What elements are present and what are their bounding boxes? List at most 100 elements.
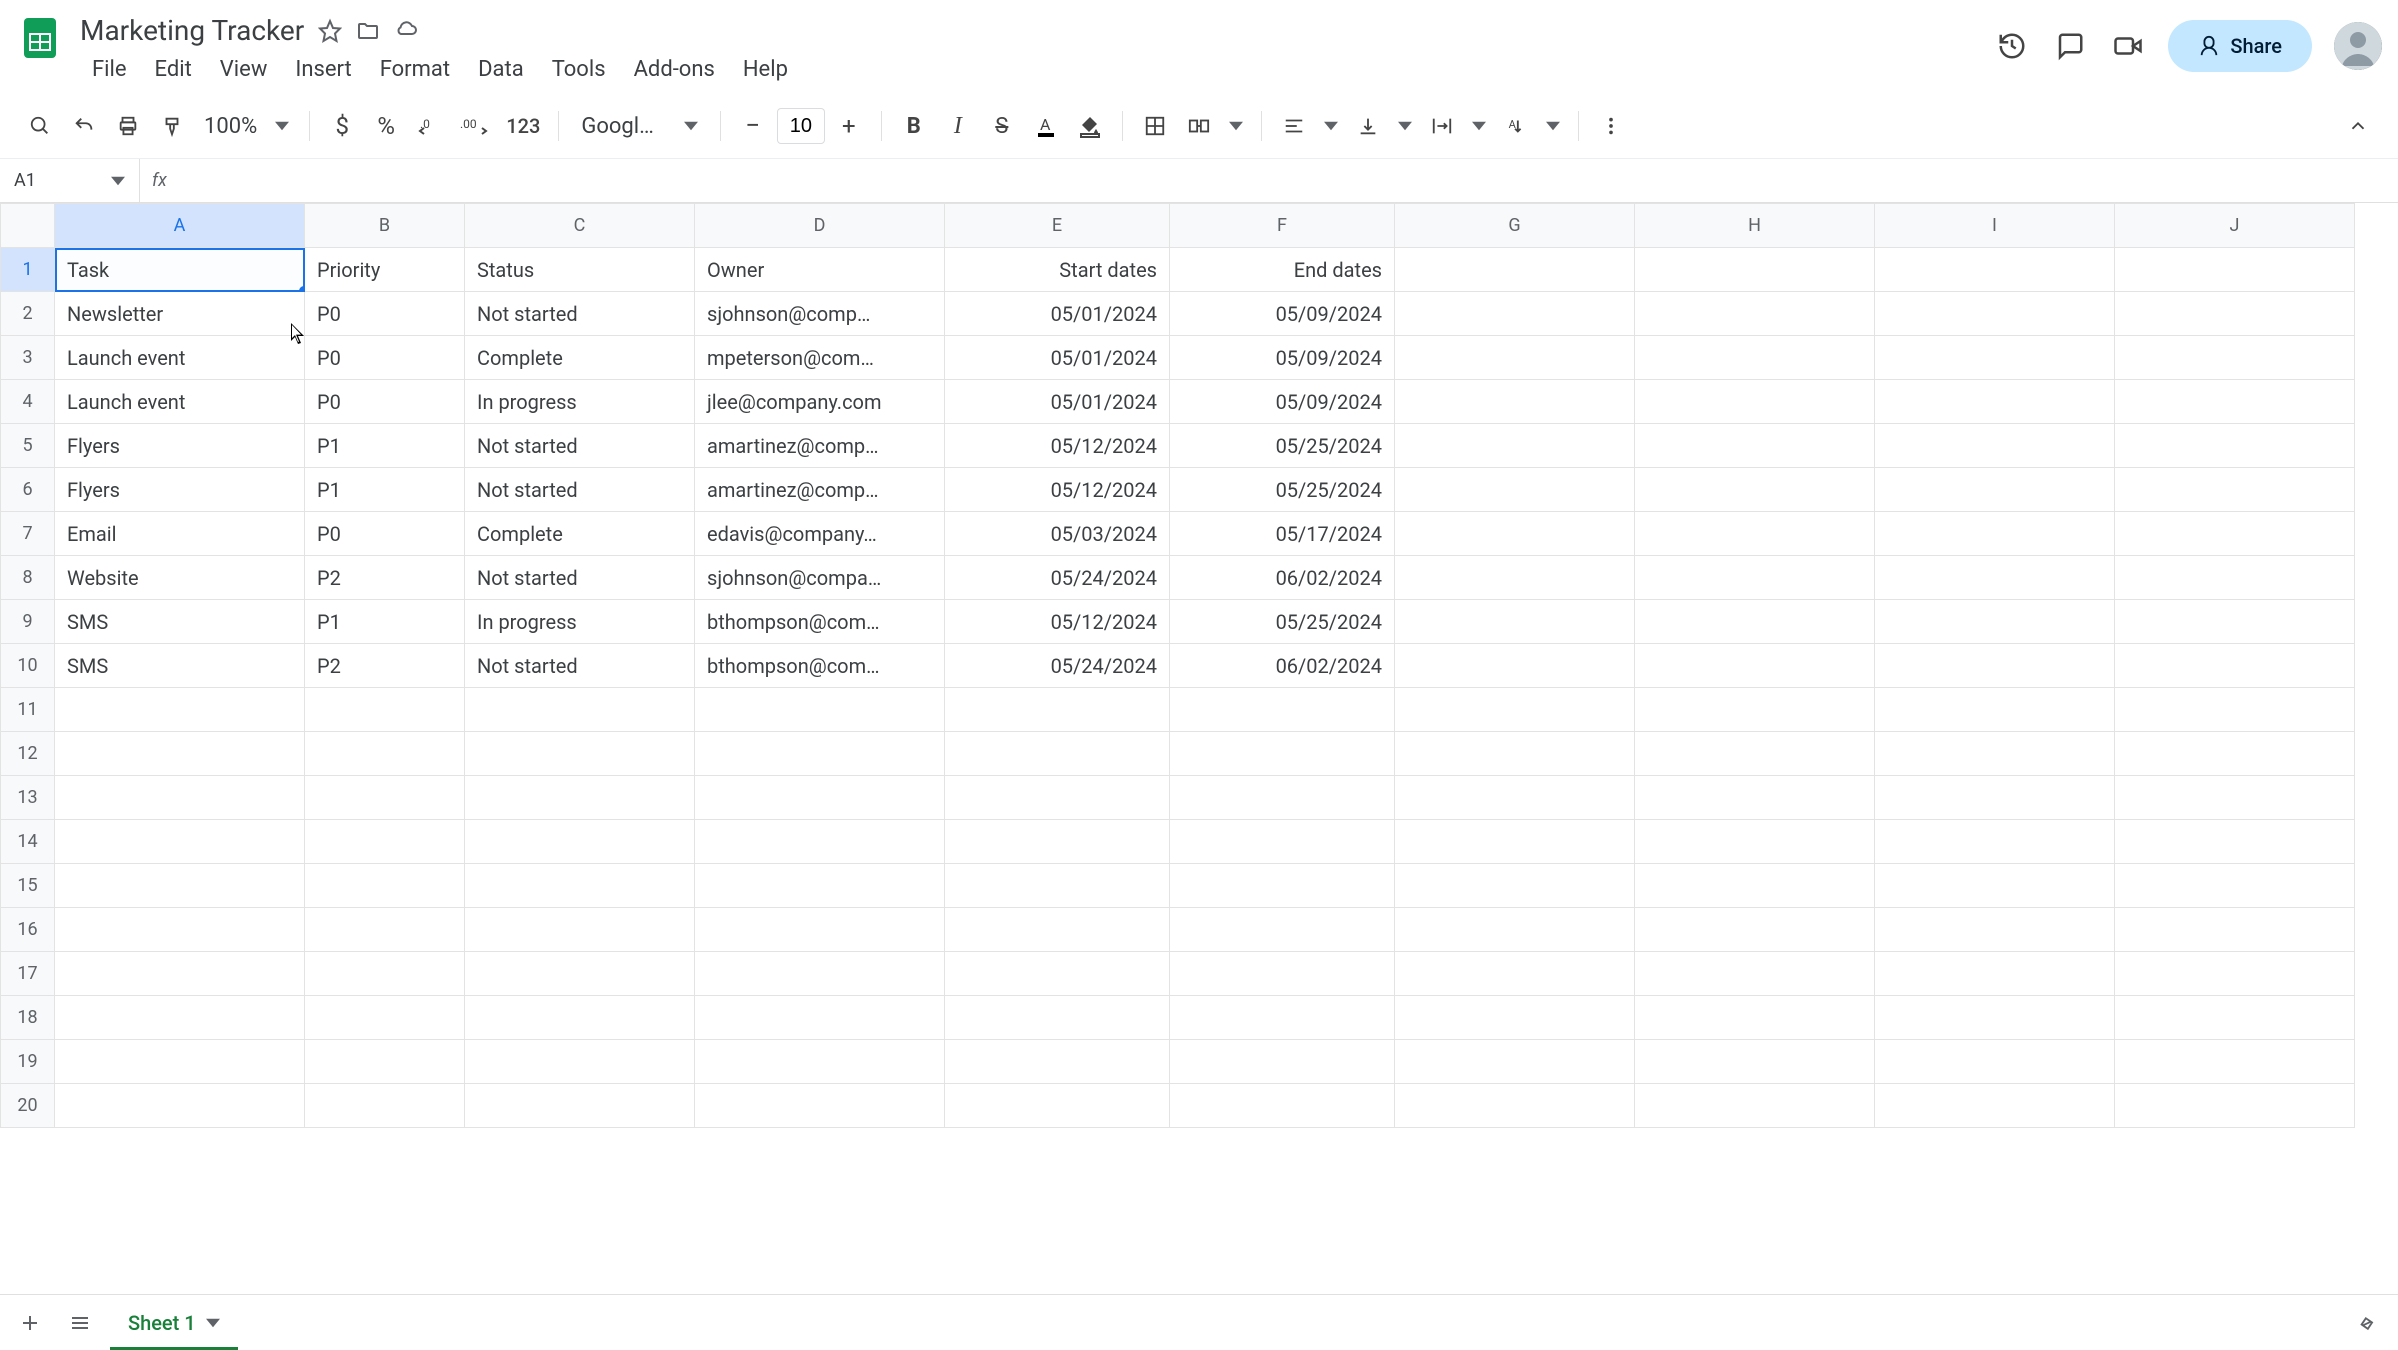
cell[interactable] xyxy=(465,864,695,908)
cell[interactable] xyxy=(1395,380,1635,424)
cell[interactable] xyxy=(695,1040,945,1084)
cell[interactable]: sjohnson@comp… xyxy=(695,292,945,336)
cell[interactable]: amartinez@comp… xyxy=(695,468,945,512)
row-header[interactable]: 4 xyxy=(1,380,55,424)
cell[interactable] xyxy=(55,688,305,732)
cell[interactable] xyxy=(1170,952,1395,996)
cell[interactable]: 05/01/2024 xyxy=(945,336,1170,380)
row-header[interactable]: 18 xyxy=(1,996,55,1040)
cell[interactable]: P2 xyxy=(305,556,465,600)
column-header-B[interactable]: B xyxy=(305,204,465,248)
cell[interactable] xyxy=(1875,864,2115,908)
cell[interactable] xyxy=(2115,468,2355,512)
cell[interactable]: 05/12/2024 xyxy=(945,468,1170,512)
cell[interactable] xyxy=(2115,644,2355,688)
font-size-input[interactable] xyxy=(777,108,825,144)
cell[interactable] xyxy=(465,1084,695,1128)
row-header[interactable]: 12 xyxy=(1,732,55,776)
column-header-C[interactable]: C xyxy=(465,204,695,248)
cell[interactable] xyxy=(55,952,305,996)
menu-format[interactable]: Format xyxy=(368,51,462,88)
cell[interactable] xyxy=(2115,556,2355,600)
cell[interactable] xyxy=(1635,424,1875,468)
cell[interactable] xyxy=(2115,424,2355,468)
more-toolbar-icon[interactable] xyxy=(1591,104,1631,148)
cell[interactable] xyxy=(465,952,695,996)
cell[interactable]: P0 xyxy=(305,512,465,556)
menu-data[interactable]: Data xyxy=(466,51,536,88)
row-header[interactable]: 1 xyxy=(1,248,55,292)
column-header-G[interactable]: G xyxy=(1395,204,1635,248)
cell[interactable] xyxy=(2115,996,2355,1040)
cell[interactable] xyxy=(1395,1040,1635,1084)
cell[interactable] xyxy=(1635,380,1875,424)
cell[interactable]: Not started xyxy=(465,556,695,600)
explore-icon[interactable] xyxy=(2348,1303,2388,1343)
cell[interactable] xyxy=(1635,644,1875,688)
cell[interactable]: Priority xyxy=(305,248,465,292)
cell[interactable]: P1 xyxy=(305,468,465,512)
menu-help[interactable]: Help xyxy=(731,51,800,88)
cell[interactable] xyxy=(1635,996,1875,1040)
cell[interactable] xyxy=(1170,820,1395,864)
cell[interactable]: Launch event xyxy=(55,336,305,380)
cell[interactable] xyxy=(465,996,695,1040)
cell[interactable] xyxy=(55,732,305,776)
column-header-J[interactable]: J xyxy=(2115,204,2355,248)
cell[interactable] xyxy=(2115,732,2355,776)
cell[interactable] xyxy=(1635,556,1875,600)
cell[interactable]: In progress xyxy=(465,600,695,644)
cell[interactable] xyxy=(695,864,945,908)
cell[interactable] xyxy=(2115,688,2355,732)
cell[interactable]: P0 xyxy=(305,336,465,380)
comments-icon[interactable] xyxy=(2052,28,2088,64)
row-header[interactable]: 7 xyxy=(1,512,55,556)
cell[interactable]: sjohnson@compa… xyxy=(695,556,945,600)
italic-icon[interactable]: I xyxy=(938,104,978,148)
cell[interactable] xyxy=(1875,908,2115,952)
horizontal-align-icon[interactable] xyxy=(1274,104,1314,148)
name-box[interactable]: A1 xyxy=(0,159,140,202)
menu-add-ons[interactable]: Add-ons xyxy=(622,51,727,88)
cell[interactable]: Website xyxy=(55,556,305,600)
cell[interactable] xyxy=(1395,996,1635,1040)
account-avatar[interactable] xyxy=(2334,22,2382,70)
merge-cells-icon[interactable] xyxy=(1179,104,1219,148)
row-header[interactable]: 16 xyxy=(1,908,55,952)
cell[interactable]: 06/02/2024 xyxy=(1170,644,1395,688)
row-header[interactable]: 17 xyxy=(1,952,55,996)
row-header[interactable]: 5 xyxy=(1,424,55,468)
row-header[interactable]: 14 xyxy=(1,820,55,864)
cell[interactable]: In progress xyxy=(465,380,695,424)
column-header-I[interactable]: I xyxy=(1875,204,2115,248)
cell[interactable] xyxy=(1635,1040,1875,1084)
cell[interactable] xyxy=(1635,820,1875,864)
move-folder-icon[interactable] xyxy=(356,19,380,43)
cell[interactable] xyxy=(465,688,695,732)
cell[interactable] xyxy=(945,820,1170,864)
cell[interactable] xyxy=(1875,556,2115,600)
collapse-toolbar-icon[interactable] xyxy=(2338,104,2378,148)
cell[interactable] xyxy=(1395,732,1635,776)
cell[interactable] xyxy=(945,688,1170,732)
row-header[interactable]: 6 xyxy=(1,468,55,512)
cell[interactable] xyxy=(1635,292,1875,336)
cell[interactable] xyxy=(1395,644,1635,688)
cell[interactable] xyxy=(2115,776,2355,820)
cell[interactable]: Flyers xyxy=(55,424,305,468)
share-button[interactable]: Share xyxy=(2168,20,2312,72)
cell[interactable] xyxy=(2115,336,2355,380)
cell[interactable] xyxy=(1395,468,1635,512)
cell[interactable] xyxy=(1875,468,2115,512)
cell[interactable] xyxy=(1635,512,1875,556)
cell[interactable] xyxy=(2115,1084,2355,1128)
cell[interactable] xyxy=(2115,908,2355,952)
cell[interactable] xyxy=(1875,732,2115,776)
cell[interactable] xyxy=(2115,1040,2355,1084)
cell[interactable] xyxy=(1635,732,1875,776)
cell[interactable] xyxy=(695,952,945,996)
cell[interactable] xyxy=(1395,600,1635,644)
cell[interactable] xyxy=(945,1084,1170,1128)
cell[interactable] xyxy=(55,1084,305,1128)
select-all-corner[interactable] xyxy=(1,204,55,248)
